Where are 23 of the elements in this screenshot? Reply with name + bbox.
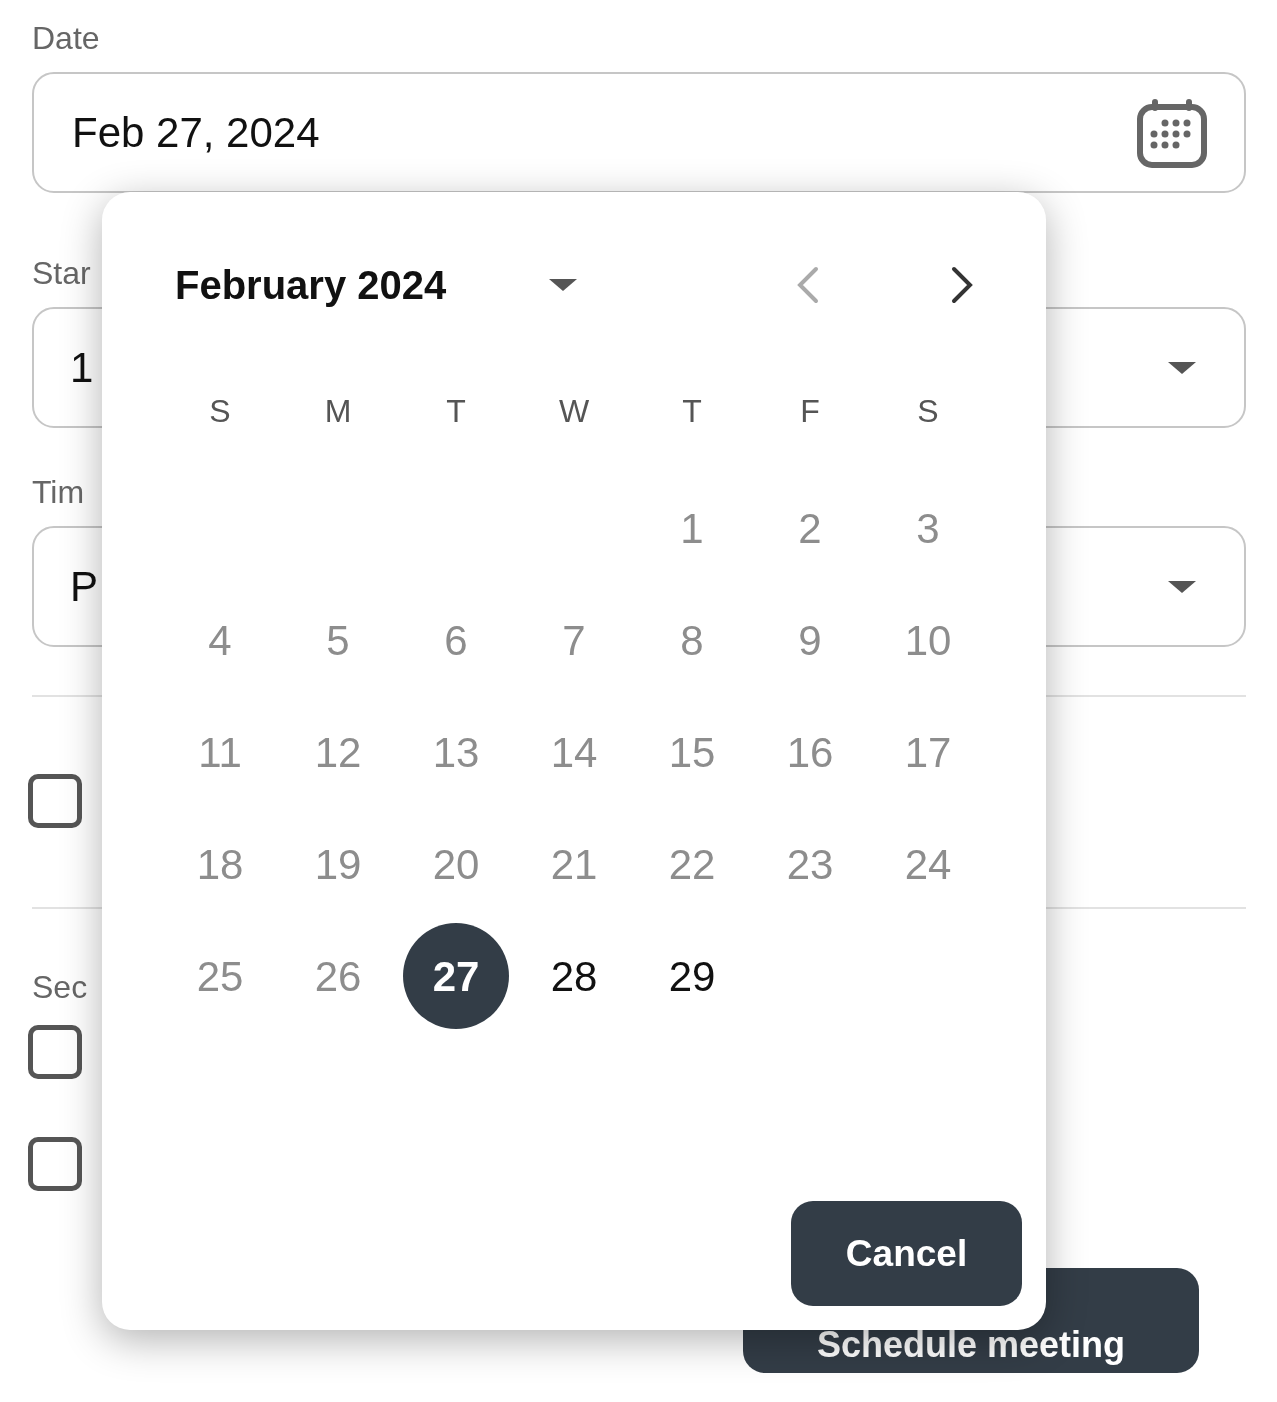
field-label: Sec bbox=[32, 968, 88, 1007]
caret-icon[interactable] bbox=[547, 277, 579, 293]
weekday-label: T bbox=[682, 392, 702, 431]
weekday-label: F bbox=[800, 392, 820, 431]
weekday-label: M bbox=[324, 392, 352, 431]
field-label: Date bbox=[32, 19, 100, 58]
day-button[interactable]: 28 bbox=[521, 923, 627, 1029]
caret-icon bbox=[1166, 578, 1198, 595]
weekday-label: T bbox=[446, 392, 466, 431]
day-button[interactable]: 27 bbox=[403, 923, 509, 1029]
month-title: February 2024 bbox=[175, 262, 448, 309]
checkbox[interactable] bbox=[28, 1137, 82, 1191]
field-label: Star bbox=[32, 254, 91, 293]
weekday-label: S bbox=[209, 392, 231, 431]
caret-icon bbox=[1166, 359, 1198, 376]
calendar-icon[interactable] bbox=[1136, 96, 1208, 169]
weekday-label: S bbox=[917, 392, 939, 431]
day-button[interactable]: 29 bbox=[639, 923, 745, 1029]
checkbox[interactable] bbox=[28, 1025, 82, 1079]
checkbox[interactable] bbox=[28, 774, 82, 828]
weekday-label: W bbox=[558, 392, 590, 431]
cancel-button[interactable]: Cancel bbox=[791, 1201, 1022, 1306]
field-label: Tim bbox=[32, 473, 85, 512]
